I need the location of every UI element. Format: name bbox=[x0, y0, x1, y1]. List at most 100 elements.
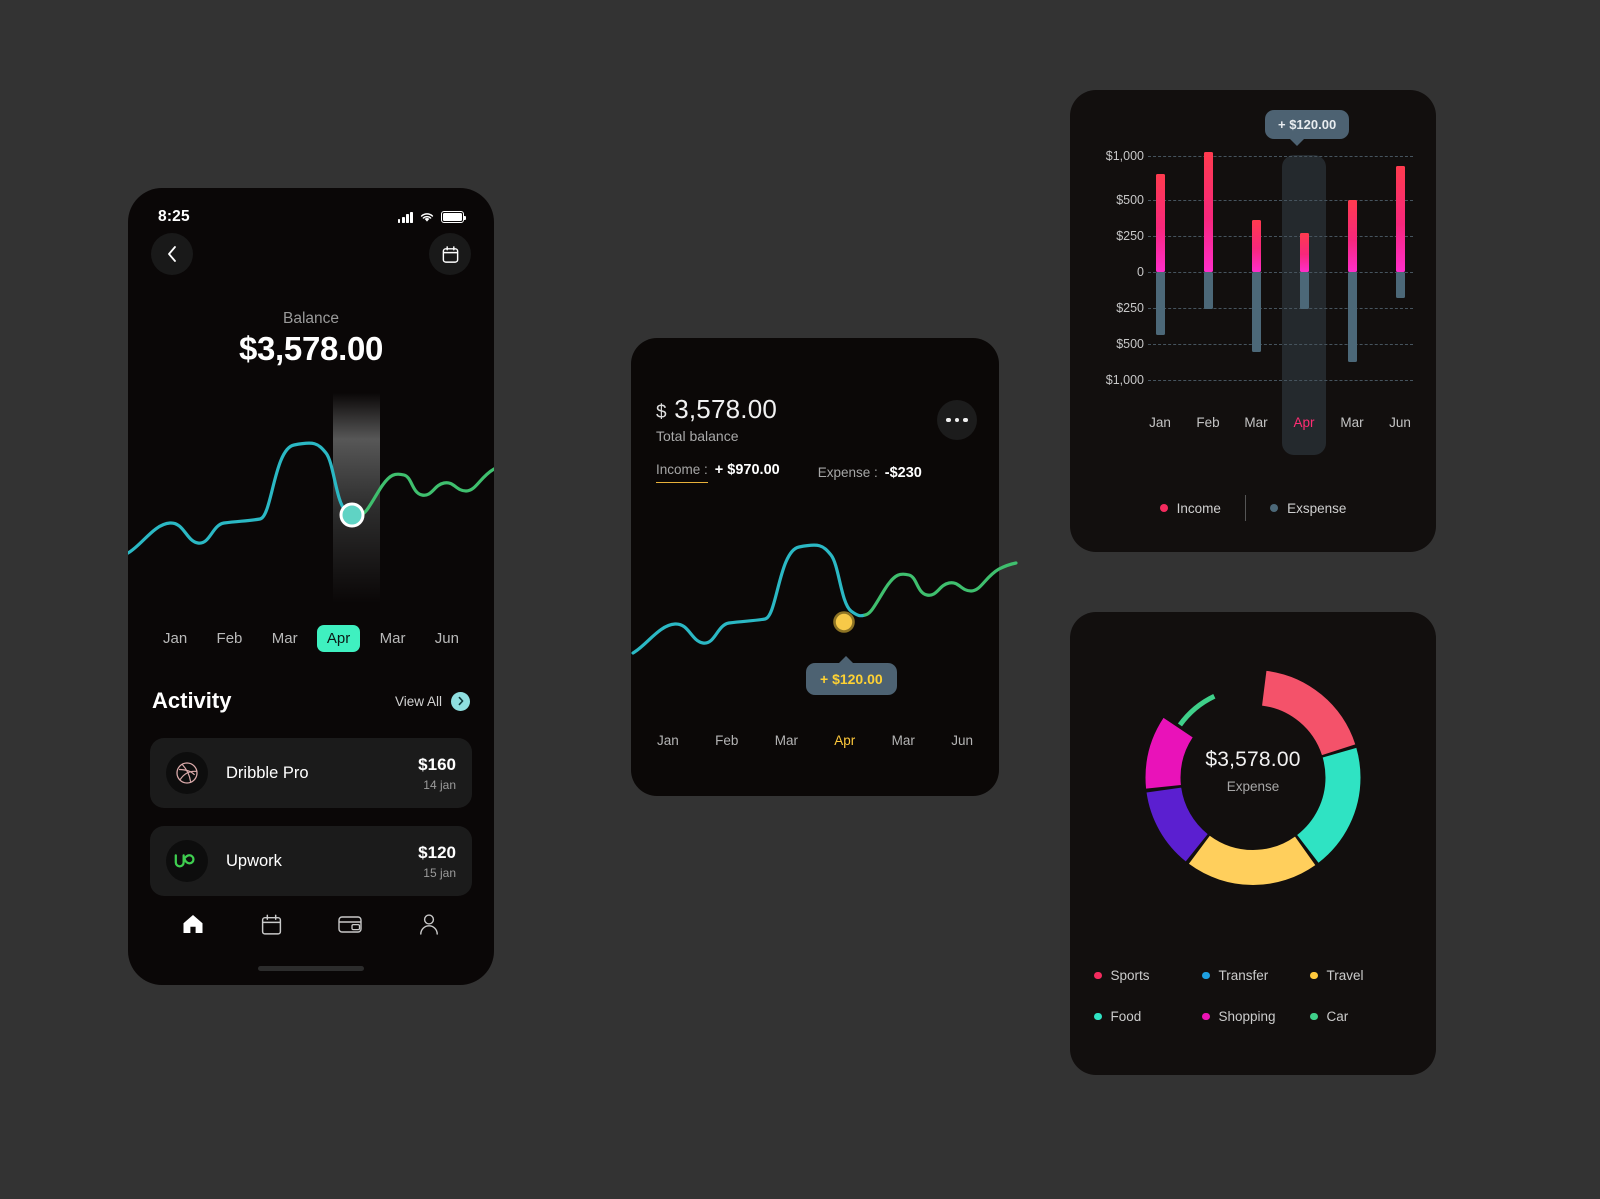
balance-amount: $3,578.00 bbox=[238, 330, 384, 367]
chevron-right-icon bbox=[451, 691, 470, 711]
phone-month-mar2[interactable]: Mar bbox=[370, 625, 416, 652]
y-tick-2: $250 bbox=[1116, 229, 1144, 243]
balance-label: Balance bbox=[282, 310, 339, 327]
mid-card-line-chart bbox=[631, 533, 1018, 748]
phone-month-mar[interactable]: Mar bbox=[262, 625, 308, 652]
tab-calendar[interactable] bbox=[250, 904, 294, 944]
mid-month-mar[interactable]: Mar bbox=[775, 733, 798, 748]
y-tick-1: $500 bbox=[1116, 193, 1144, 207]
mid-month-jun[interactable]: Jun bbox=[951, 733, 973, 748]
legend-label-expense: Exspense bbox=[1287, 500, 1347, 516]
y-tick-0: $1,000 bbox=[1105, 149, 1144, 163]
legend-dot-income bbox=[1159, 504, 1168, 512]
expense-label: Expense : bbox=[817, 464, 878, 480]
home-icon bbox=[183, 915, 203, 933]
mid-card-tooltip: + $120.00 bbox=[806, 656, 897, 695]
chevron-left-icon bbox=[168, 246, 176, 262]
bar-expense-jun[interactable] bbox=[1396, 272, 1405, 298]
status-icons bbox=[397, 211, 467, 223]
activity-date: 14 jan bbox=[423, 777, 456, 792]
tab-profile[interactable] bbox=[407, 904, 451, 944]
more-horizontal-icon[interactable] bbox=[937, 400, 977, 440]
view-all-label: View All bbox=[394, 693, 442, 709]
phone-month-feb[interactable]: Feb bbox=[207, 625, 253, 652]
bar-expense-jan[interactable] bbox=[1156, 272, 1165, 335]
legend-label-sports: Sports bbox=[1110, 968, 1150, 983]
mid-month-jan[interactable]: Jan bbox=[657, 733, 679, 748]
total-balance-card: $ 3,578.00 Total balance Income : + $970… bbox=[631, 338, 1018, 796]
bar-plot-area: $1,000 $500 $250 0 $250 $500 $1,000 Jan … bbox=[1070, 90, 1436, 552]
gridline bbox=[1148, 200, 1413, 201]
bar-income-feb[interactable] bbox=[1204, 152, 1213, 272]
bar-x-mar2[interactable]: Mar bbox=[1330, 415, 1374, 430]
income-stat[interactable]: Income : + $970.00 bbox=[656, 462, 780, 483]
bar-x-apr[interactable]: Apr bbox=[1282, 415, 1326, 430]
income-label: Income : bbox=[656, 462, 708, 483]
gridline bbox=[1148, 272, 1413, 273]
legend-item-transfer[interactable]: Transfer bbox=[1202, 968, 1310, 983]
bar-expense-mar[interactable] bbox=[1252, 272, 1261, 352]
legend-item-sports[interactable]: Sports bbox=[1094, 968, 1202, 983]
y-tick-3: 0 bbox=[1137, 265, 1144, 279]
total-balance-label: Total balance bbox=[656, 428, 739, 444]
donut-legend: Sports Transfer Travel Food Shopping Car bbox=[1094, 968, 1418, 1024]
total-balance-amount: $ 3,578.00 bbox=[656, 394, 777, 425]
calendar-button[interactable] bbox=[429, 233, 471, 275]
legend-label-travel: Travel bbox=[1326, 968, 1364, 983]
phone-month-jun[interactable]: Jun bbox=[425, 625, 469, 652]
donut-center-label: Expense bbox=[1226, 779, 1280, 794]
legend-item-travel[interactable]: Travel bbox=[1310, 968, 1418, 983]
line-projected bbox=[358, 467, 494, 517]
y-tick-5: $500 bbox=[1116, 337, 1144, 351]
home-indicator[interactable] bbox=[258, 966, 364, 971]
bar-income-mar[interactable] bbox=[1252, 220, 1261, 272]
tab-wallet[interactable] bbox=[328, 904, 372, 944]
person-icon bbox=[419, 913, 438, 935]
chart-marker bbox=[339, 502, 365, 528]
bar-x-jan[interactable]: Jan bbox=[1138, 415, 1182, 430]
donut-center-text: $3,578.00 Expense bbox=[1146, 748, 1361, 794]
bar-expense-mar2[interactable] bbox=[1348, 272, 1357, 362]
mid-month-mar2[interactable]: Mar bbox=[892, 733, 915, 748]
activity-amount: $160 bbox=[418, 754, 456, 774]
activity-row-dribbble[interactable]: Dribble Pro $160 14 jan bbox=[150, 738, 472, 808]
bar-chart-tooltip: + $120.00 bbox=[1265, 110, 1350, 146]
bar-income-jan[interactable] bbox=[1156, 174, 1165, 272]
mid-month-apr[interactable]: Apr bbox=[834, 733, 855, 748]
wifi-icon bbox=[420, 213, 434, 222]
legend-label-food: Food bbox=[1110, 1009, 1142, 1024]
gridline bbox=[1148, 308, 1413, 309]
tab-home[interactable] bbox=[171, 904, 215, 944]
gridline bbox=[1148, 344, 1413, 345]
bar-x-feb[interactable]: Feb bbox=[1186, 415, 1230, 430]
phone-month-selector[interactable]: Jan Feb Mar Apr Mar Jun bbox=[128, 625, 494, 652]
phone-month-apr[interactable]: Apr bbox=[316, 625, 361, 652]
legend-item-income[interactable]: Income bbox=[1136, 501, 1245, 516]
legend-dot-expense bbox=[1270, 504, 1279, 512]
view-all-button[interactable]: View All bbox=[394, 691, 470, 711]
mid-month-feb[interactable]: Feb bbox=[715, 733, 738, 748]
phone-month-jan[interactable]: Jan bbox=[153, 625, 197, 652]
bar-x-mar[interactable]: Mar bbox=[1234, 415, 1278, 430]
back-button[interactable] bbox=[151, 233, 193, 275]
legend-item-shopping[interactable]: Shopping bbox=[1202, 1009, 1310, 1024]
legend-label-car: Car bbox=[1326, 1009, 1349, 1024]
battery-full-icon bbox=[441, 211, 467, 223]
legend-item-food[interactable]: Food bbox=[1094, 1009, 1202, 1024]
wallet-icon bbox=[338, 916, 362, 933]
bar-expense-feb[interactable] bbox=[1204, 272, 1213, 309]
bar-expense-apr[interactable] bbox=[1300, 272, 1309, 309]
donut-chart: $3,578.00 Expense bbox=[1145, 670, 1361, 885]
legend-label-shopping: Shopping bbox=[1218, 1009, 1276, 1024]
gridline bbox=[1148, 380, 1413, 381]
legend-item-expense[interactable]: Exspense bbox=[1246, 501, 1370, 516]
bar-income-mar2[interactable] bbox=[1348, 200, 1357, 272]
bar-income-jun[interactable] bbox=[1396, 166, 1405, 272]
expense-stat[interactable]: Expense : -$230 bbox=[818, 465, 922, 481]
activity-row-upwork[interactable]: Upwork $120 15 jan bbox=[150, 826, 472, 896]
legend-item-car[interactable]: Car bbox=[1310, 1009, 1418, 1024]
bar-x-jun[interactable]: Jun bbox=[1378, 415, 1422, 430]
bar-income-apr[interactable] bbox=[1300, 233, 1309, 272]
status-bar: 8:25 bbox=[128, 188, 494, 234]
gridline bbox=[1148, 156, 1413, 157]
